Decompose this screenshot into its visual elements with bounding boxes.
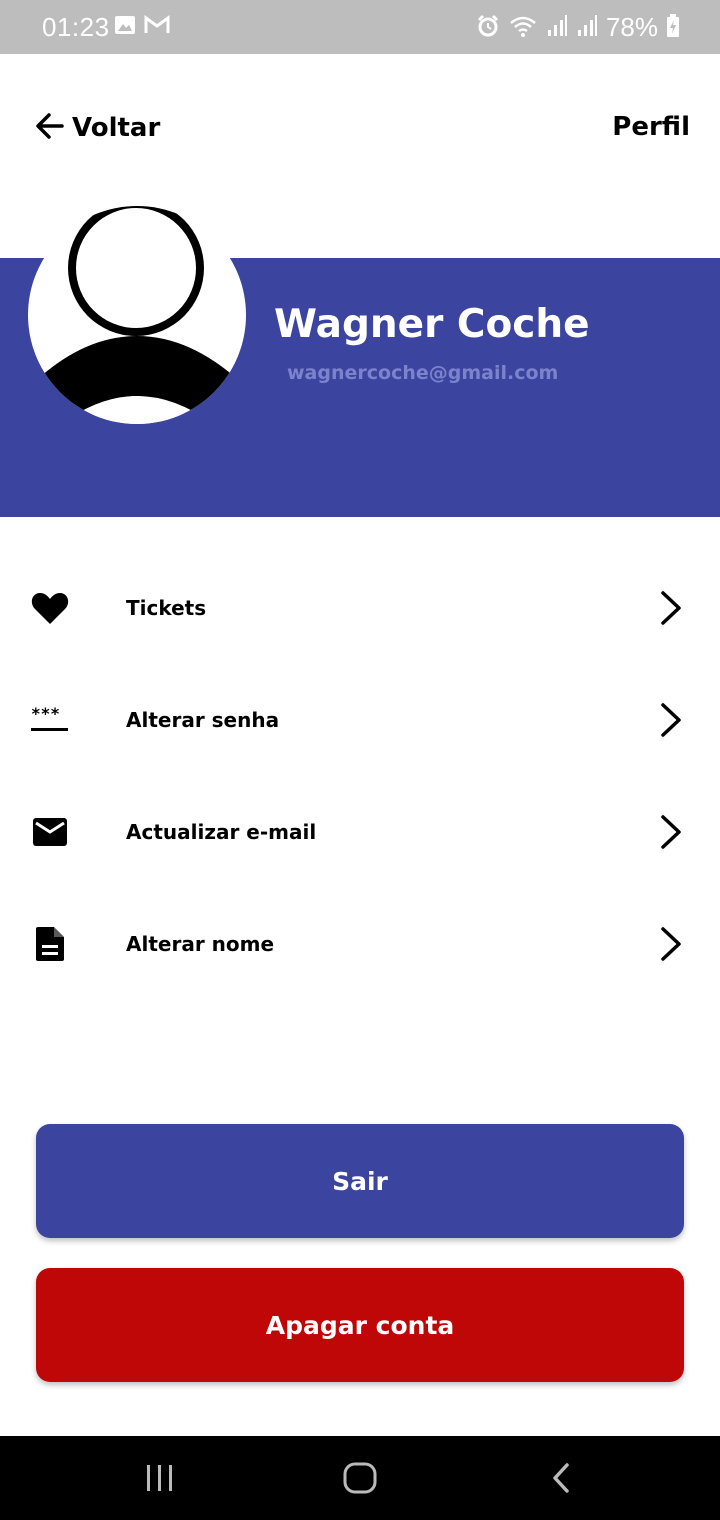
mail-icon [30,814,70,850]
avatar [28,206,246,424]
menu-item-label: Alterar senha [126,708,280,732]
menu-item-label: Tickets [126,596,207,620]
user-email: wagnercoche@gmail.com [287,362,559,384]
menu-item-label: Actualizar e-mail [126,820,317,844]
page-title: Perfil [612,112,690,142]
chevron-right-icon [656,702,686,738]
menu-item-change-password[interactable]: *** Alterar senha [0,664,720,776]
user-placeholder-icon [28,206,246,424]
chevron-right-icon [656,926,686,962]
alarm-icon [476,14,500,42]
app-header: Voltar Perfil [0,54,720,204]
signal-icon [546,14,568,42]
svg-text:***: *** [31,705,60,723]
profile-menu: Tickets *** Alterar senha Actualizar e-m… [0,552,720,1000]
recent-apps-button[interactable] [130,1454,190,1502]
battery-level: 78% [605,12,658,42]
menu-item-update-email[interactable]: Actualizar e-mail [0,776,720,888]
back-button[interactable]: Voltar [34,110,160,146]
status-bar: 01:23 78% [0,0,720,54]
gmail-icon [144,14,170,40]
system-nav-bar [0,1436,720,1520]
arrow-left-icon [34,110,66,146]
back-nav-icon [553,1463,569,1493]
battery-charging-icon [666,13,680,42]
wifi-icon [508,14,538,42]
user-name: Wagner Coche [274,302,590,347]
status-time: 01:23 [42,12,110,42]
signal-icon [576,14,598,42]
heart-icon [30,590,70,626]
chevron-right-icon [656,590,686,626]
image-icon [114,14,136,40]
home-button[interactable] [330,1454,390,1502]
back-nav-button[interactable] [532,1454,592,1502]
recent-apps-icon [147,1465,172,1491]
menu-item-change-name[interactable]: Alterar nome [0,888,720,1000]
menu-item-tickets[interactable]: Tickets [0,552,720,664]
delete-account-button[interactable]: Apagar conta [36,1268,684,1382]
document-icon [30,926,70,962]
home-icon [343,1462,377,1494]
chevron-right-icon [656,814,686,850]
logout-button[interactable]: Sair [36,1124,684,1238]
menu-item-label: Alterar nome [126,932,275,956]
password-icon: *** [30,702,70,738]
back-label: Voltar [72,113,161,143]
